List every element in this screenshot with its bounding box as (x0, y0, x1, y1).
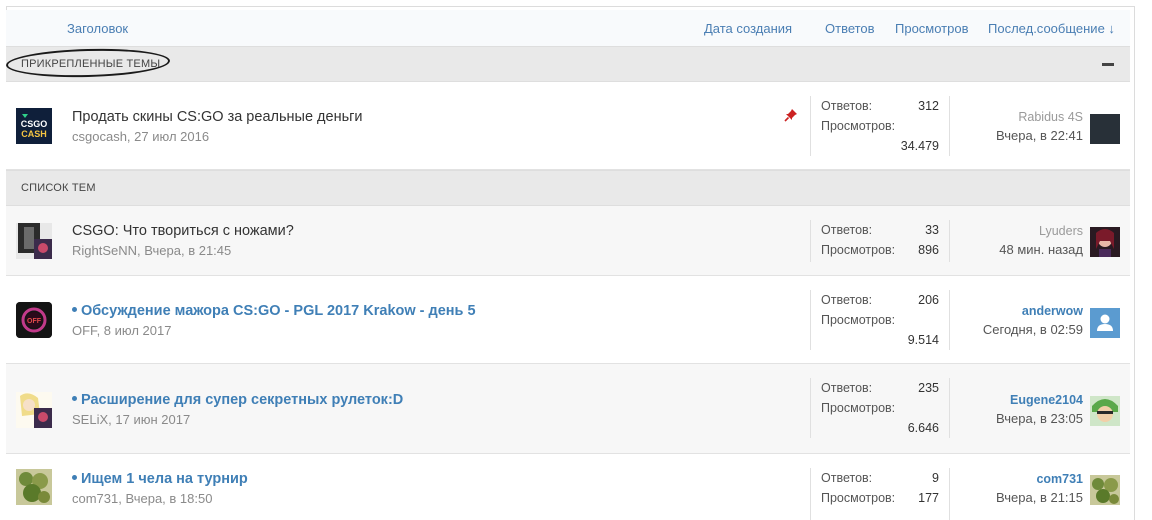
sort-by-title[interactable]: Заголовок (67, 21, 128, 36)
pin-icon (784, 108, 798, 125)
thread-title[interactable]: Ищем 1 чела на турнир (72, 471, 248, 487)
last-post-avatar[interactable] (1090, 227, 1120, 257)
last-post-user[interactable]: anderwow (983, 304, 1083, 318)
last-post-time[interactable]: Вчера, в 22:41 (996, 128, 1083, 143)
replies-label: Ответов: (821, 381, 873, 395)
thread-author[interactable]: com731 (72, 491, 118, 506)
sort-by-replies[interactable]: Ответов (825, 21, 875, 36)
last-post-info: Eugene2104 Вчера, в 23:05 (996, 393, 1083, 426)
thread-date: 17 июн 2017 (115, 412, 191, 427)
author-avatar[interactable] (16, 223, 52, 259)
author-avatar[interactable] (16, 392, 52, 428)
thread-row: Ищем 1 чела на турнир com731, Вчера, в 1… (6, 454, 1130, 520)
thread-date: Вчера, в 21:45 (144, 243, 232, 258)
sort-by-views[interactable]: Просмотров (895, 21, 969, 36)
thread-row: CSGO: Что твориться с ножами? RightSeNN,… (6, 206, 1130, 276)
views-label: Просмотров: (821, 119, 896, 133)
thread-date: 8 июл 2017 (103, 323, 172, 338)
thread-meta: OFF, 8 июл 2017 (72, 323, 172, 338)
last-post-time[interactable]: 48 мин. назад (999, 242, 1083, 257)
thread-date: Вчера, в 18:50 (125, 491, 213, 506)
thread-stats: Ответов: 9 Просмотров: 177 (810, 468, 950, 520)
views-count: 34.479 (900, 139, 939, 153)
last-post-info: anderwow Сегодня, в 02:59 (983, 304, 1083, 337)
thread-date: 27 июл 2016 (134, 129, 210, 144)
unread-dot-icon (72, 395, 77, 401)
last-post-avatar[interactable] (1090, 396, 1120, 426)
author-avatar[interactable] (16, 469, 52, 505)
replies-label: Ответов: (821, 293, 873, 307)
last-post-user[interactable]: com731 (996, 472, 1083, 486)
last-post-info: com731 Вчера, в 21:15 (996, 472, 1083, 505)
sort-by-last-post[interactable]: Послед.сообщение ↓ (988, 21, 1115, 36)
replies-label: Ответов: (821, 223, 873, 237)
unread-dot-icon (72, 306, 77, 312)
views-count: 896 (918, 243, 939, 257)
thread-author[interactable]: SELiX (72, 412, 108, 427)
thread-title-text[interactable]: Расширение для супер секретных рулеток:D (81, 392, 403, 408)
views-count: 177 (918, 491, 939, 505)
thread-title[interactable]: CSGO: Что твориться с ножами? (72, 223, 294, 239)
last-post-user[interactable]: Rabidus 4S (996, 110, 1083, 124)
thread-list-title: СПИСОК ТЕМ (21, 182, 96, 194)
thread-stats: Ответов: 33 Просмотров: 896 (810, 220, 950, 262)
views-label: Просмотров: (821, 491, 896, 505)
replies-label: Ответов: (821, 471, 873, 485)
replies-count: 9 (932, 471, 939, 485)
views-count: 6.646 (907, 421, 939, 435)
sticky-section-title: ПРИКРЕПЛЕННЫЕ ТЕМЫ (21, 58, 161, 70)
collapse-icon[interactable] (1102, 63, 1114, 66)
thread-author[interactable]: OFF (72, 323, 97, 338)
author-avatar[interactable]: OFF (16, 302, 52, 338)
replies-count: 312 (918, 99, 939, 113)
last-post-time[interactable]: Вчера, в 23:05 (996, 411, 1083, 426)
sticky-section-header: ПРИКРЕПЛЕННЫЕ ТЕМЫ (5, 46, 1130, 82)
svg-text:CSGO: CSGO (21, 119, 48, 129)
thread-title[interactable]: Продать скины CS:GO за реальные деньги (72, 109, 363, 125)
last-post-avatar[interactable] (1090, 114, 1120, 144)
svg-text:CASH: CASH (21, 129, 47, 139)
unread-dot-icon (72, 474, 77, 480)
last-post-time[interactable]: Вчера, в 21:15 (996, 490, 1083, 505)
last-post-time[interactable]: Сегодня, в 02:59 (983, 322, 1083, 337)
csgo-cash-logo[interactable]: CSGO CASH (16, 108, 52, 144)
svg-text:OFF: OFF (27, 318, 42, 325)
views-label: Просмотров: (821, 313, 896, 327)
thread-stats: Ответов: 206 Просмотров: 9.514 (810, 290, 950, 350)
replies-count: 235 (918, 381, 939, 395)
thread-title[interactable]: Расширение для супер секретных рулеток:D (72, 392, 403, 408)
thread-meta: RightSeNN, Вчера, в 21:45 (72, 243, 232, 258)
thread-meta: com731, Вчера, в 18:50 (72, 491, 213, 506)
thread-meta: csgocash, 27 июл 2016 (72, 129, 210, 144)
replies-label: Ответов: (821, 99, 873, 113)
thread-title-text[interactable]: Ищем 1 чела на турнир (81, 471, 248, 487)
thread-row: Расширение для супер секретных рулеток:D… (6, 364, 1130, 454)
last-post-avatar[interactable] (1090, 475, 1120, 505)
thread-list-section-header: СПИСОК ТЕМ (6, 170, 1130, 206)
thread-title[interactable]: Обсуждение мажора CS:GO - PGL 2017 Krako… (72, 303, 476, 319)
last-post-user[interactable]: Eugene2104 (996, 393, 1083, 407)
replies-count: 206 (918, 293, 939, 307)
replies-count: 33 (925, 223, 939, 237)
column-header: Заголовок Дата создания Ответов Просмотр… (6, 10, 1130, 46)
views-label: Просмотров: (821, 401, 896, 415)
last-post-info: Lyuders 48 мин. назад (999, 224, 1083, 257)
views-label: Просмотров: (821, 243, 896, 257)
thread-stats: Ответов: 235 Просмотров: 6.646 (810, 378, 950, 438)
sticky-thread-row: CSGO CASH Продать скины CS:GO за реальны… (6, 82, 1130, 170)
last-post-info: Rabidus 4S Вчера, в 22:41 (996, 110, 1083, 143)
default-user-icon[interactable] (1090, 308, 1120, 338)
last-post-user[interactable]: Lyuders (999, 224, 1083, 238)
thread-title-text[interactable]: Обсуждение мажора CS:GO - PGL 2017 Krako… (81, 303, 476, 319)
thread-author[interactable]: csgocash (72, 129, 127, 144)
views-count: 9.514 (907, 333, 939, 347)
thread-row: OFF Обсуждение мажора CS:GO - PGL 2017 K… (6, 276, 1130, 364)
sort-by-created[interactable]: Дата создания (704, 21, 792, 36)
thread-stats: Ответов: 312 Просмотров: 34.479 (810, 96, 950, 156)
thread-meta: SELiX, 17 июн 2017 (72, 412, 191, 427)
thread-author[interactable]: RightSeNN (72, 243, 137, 258)
